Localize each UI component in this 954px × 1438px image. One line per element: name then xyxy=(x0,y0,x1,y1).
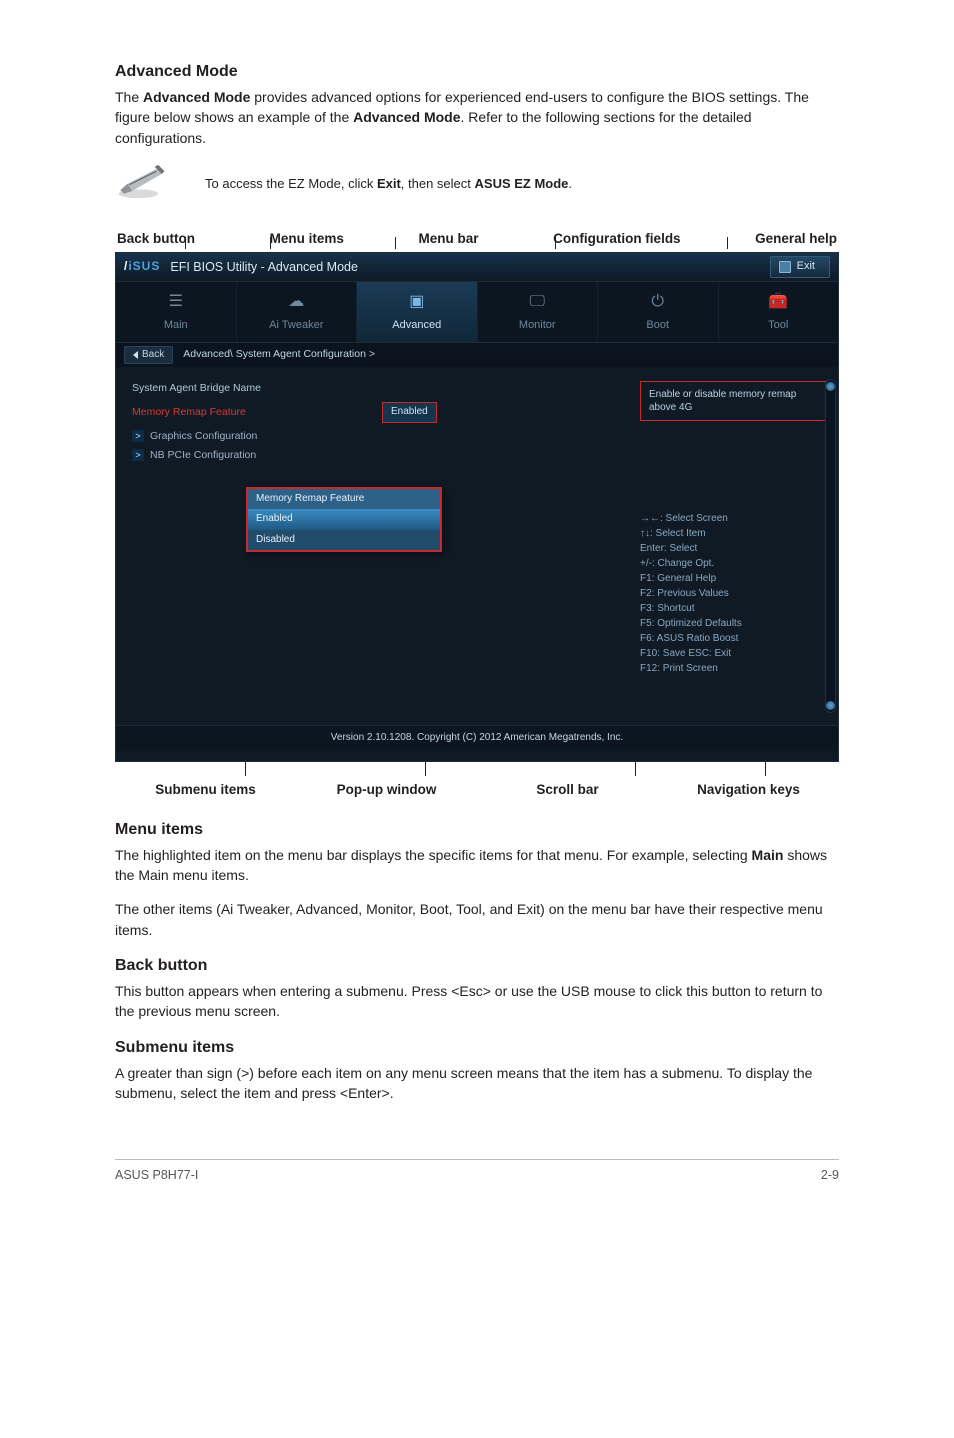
scroll-down-icon[interactable] xyxy=(826,701,835,710)
scroll-up-icon[interactable] xyxy=(826,382,835,391)
top-labels: Back button Menu items Menu bar Configur… xyxy=(115,229,839,249)
label-scroll-bar: Scroll bar xyxy=(477,780,658,800)
footer-left: ASUS P8H77-I xyxy=(115,1166,198,1184)
label-general-help: General help xyxy=(755,229,837,249)
tab-advanced[interactable]: ▣Advanced xyxy=(357,282,478,342)
popup-window: Memory Remap Feature Enabled Disabled xyxy=(246,487,442,553)
label-submenu-items: Submenu items xyxy=(115,780,296,800)
list-icon: ☰ xyxy=(169,290,183,313)
bottom-labels: Submenu items Pop-up window Scroll bar N… xyxy=(115,780,839,800)
popup-option-enabled[interactable]: Enabled xyxy=(248,509,440,530)
tab-ai-tweaker[interactable]: ☁Ai Tweaker xyxy=(237,282,358,342)
chip-icon: ▣ xyxy=(409,290,424,313)
label-back-button: Back button xyxy=(117,229,195,249)
general-help-box: Enable or disable memory remap above 4G xyxy=(640,381,826,421)
label-navigation-keys: Navigation keys xyxy=(658,780,839,800)
label-config-fields: Configuration fields xyxy=(553,229,681,249)
bios-screenshot: /iSUS EFI BIOS Utility - Advanced Mode E… xyxy=(115,252,839,762)
pencil-icon xyxy=(115,162,169,207)
submenu-graphics[interactable]: > Graphics Configuration xyxy=(132,429,612,444)
page-footer: ASUS P8H77-I 2-9 xyxy=(115,1159,839,1184)
tab-boot[interactable]: ⏻Boot xyxy=(598,282,719,342)
navigation-keys: →←: Select Screen ↑↓: Select Item Enter:… xyxy=(640,511,826,676)
monitor-icon: 🖵 xyxy=(530,290,545,313)
exit-button[interactable]: Exit xyxy=(770,256,830,278)
power-icon: ⏻ xyxy=(651,290,664,313)
popup-title: Memory Remap Feature xyxy=(248,489,440,510)
back-button-p: This button appears when entering a subm… xyxy=(115,981,839,1022)
note-row: To access the EZ Mode, click Exit, then … xyxy=(115,162,839,207)
advanced-mode-paragraph: The Advanced Mode provides advanced opti… xyxy=(115,87,839,148)
cloud-icon: ☁ xyxy=(288,290,304,313)
label-menu-bar: Menu bar xyxy=(418,229,478,249)
tab-main[interactable]: ☰Main xyxy=(116,282,237,342)
tab-tool[interactable]: 🧰Tool xyxy=(719,282,839,342)
cfg-memory-remap[interactable]: Memory Remap Feature xyxy=(132,405,382,420)
back-button[interactable]: Back xyxy=(124,346,173,365)
label-menu-items: Menu items xyxy=(270,229,344,249)
chevron-right-icon: > xyxy=(132,449,144,461)
submenu-items-heading: Submenu items xyxy=(115,1036,839,1059)
chevron-right-icon: > xyxy=(132,430,144,442)
menu-items-heading: Menu items xyxy=(115,818,839,841)
popup-option-disabled[interactable]: Disabled xyxy=(248,530,440,551)
cfg-bridge-name: System Agent Bridge Name xyxy=(132,381,382,396)
menu-items-p1: The highlighted item on the menu bar dis… xyxy=(115,845,839,886)
menu-items-p2: The other items (Ai Tweaker, Advanced, M… xyxy=(115,899,839,940)
tool-icon: 🧰 xyxy=(768,290,788,313)
back-button-heading: Back button xyxy=(115,954,839,977)
bios-tabs: ☰Main ☁Ai Tweaker ▣Advanced 🖵Monitor ⏻Bo… xyxy=(116,281,838,343)
asus-logo: /iSUS xyxy=(124,258,160,275)
version-bar: Version 2.10.1208. Copyright (C) 2012 Am… xyxy=(116,725,838,751)
cfg-memory-remap-value[interactable]: Enabled xyxy=(382,402,437,423)
advanced-mode-heading: Advanced Mode xyxy=(115,60,839,83)
submenu-nb-pcie[interactable]: > NB PCIe Configuration xyxy=(132,448,612,463)
scroll-bar[interactable] xyxy=(825,379,836,713)
submenu-items-p: A greater than sign (>) before each item… xyxy=(115,1063,839,1104)
label-popup-window: Pop-up window xyxy=(296,780,477,800)
breadcrumb: Advanced\ System Agent Configuration > xyxy=(183,347,375,362)
tab-monitor[interactable]: 🖵Monitor xyxy=(478,282,599,342)
footer-right: 2-9 xyxy=(821,1166,839,1184)
note-text: To access the EZ Mode, click Exit, then … xyxy=(205,175,572,194)
bios-title: EFI BIOS Utility - Advanced Mode xyxy=(170,258,358,276)
